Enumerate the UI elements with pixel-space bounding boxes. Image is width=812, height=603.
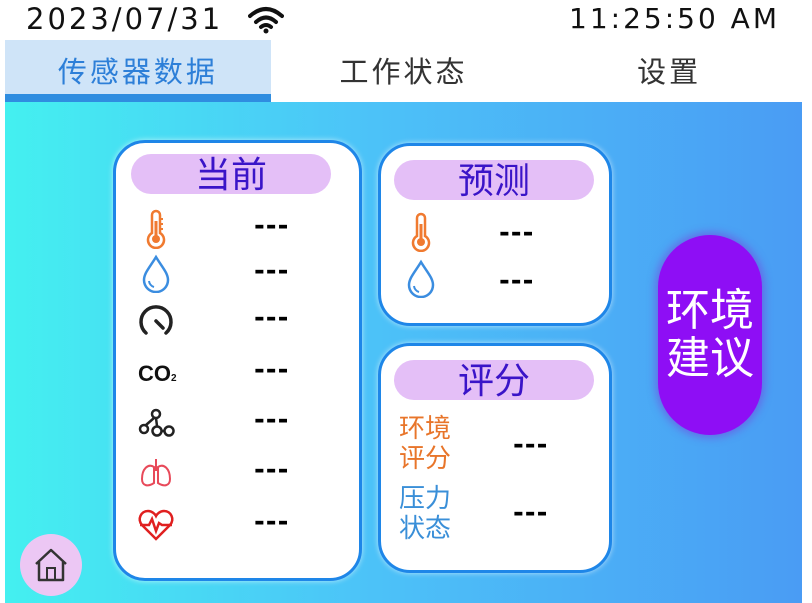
environment-advice-button[interactable]: 环境建议 [658,235,762,435]
forecast-temperature-value: --- [499,218,535,248]
forecast-title: 预测 [394,160,594,202]
current-title: 当前 [131,154,331,196]
pressure-gauge-icon [139,305,173,335]
current-breathing-value: --- [254,455,290,485]
env-score-label: 环境评分 [399,414,452,474]
stress-status-value: --- [513,498,549,528]
current-co2-value: --- [254,355,290,385]
current-voc-value: --- [254,405,290,435]
current-humidity-value: --- [254,256,290,286]
wifi-icon [248,7,284,34]
time-text: 11:25:50 AM [569,2,780,35]
lungs-icon [140,459,172,487]
co2-icon-subscript: 2 [171,373,177,384]
humidity-drop-icon [407,259,435,298]
stress-status-label: 压力状态 [399,484,452,544]
tab-sensor-data[interactable]: 传感器数据 [5,40,271,102]
co2-icon-text: CO [138,361,171,386]
current-temperature-value: --- [254,211,290,241]
current-heart-rate-value: --- [254,507,290,537]
forecast-card: 预测 --- --- [378,143,612,326]
heart-rate-icon [138,509,174,541]
forecast-humidity-value: --- [499,266,535,296]
tab-settings[interactable]: 设置 [536,40,802,102]
thermometer-icon [146,209,166,249]
env-score-value: --- [513,430,549,460]
co2-icon: CO2 [138,361,177,387]
date-text: 2023/07/31 [26,2,224,36]
current-card: 当前 --- --- --- CO2 --- --- --- --- [113,140,362,581]
molecule-icon [138,408,175,437]
thermometer-icon [411,212,431,252]
home-icon [35,548,67,582]
home-button[interactable] [20,534,82,596]
status-bar: 2023/07/31 11:25:50 AM [0,0,812,40]
score-card: 评分 环境评分 --- 压力状态 --- [378,343,612,573]
current-pressure-value: --- [254,303,290,333]
humidity-drop-icon [142,254,170,293]
tab-work-status[interactable]: 工作状态 [271,40,537,102]
score-title: 评分 [394,360,594,402]
tab-bar: 传感器数据 工作状态 设置 [5,40,802,102]
